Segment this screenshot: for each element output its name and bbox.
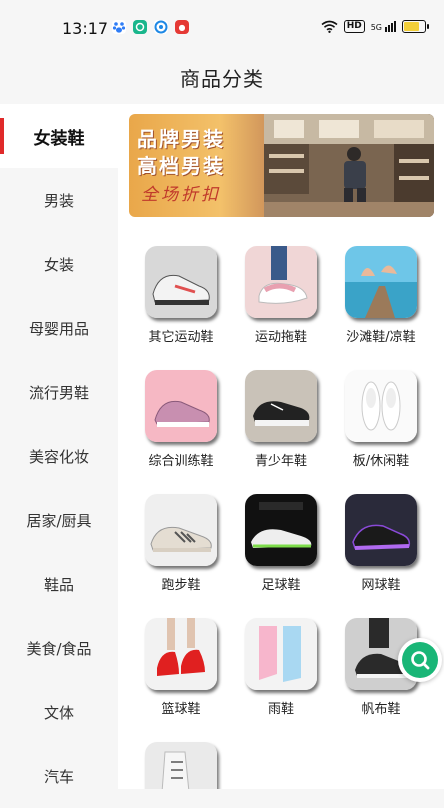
sidebar-item-label: 男装	[43, 191, 74, 210]
sidebar-item[interactable]: 男装	[0, 168, 118, 232]
category-label: 跑步鞋	[161, 578, 201, 593]
search-icon	[411, 651, 430, 670]
green-app-icon	[133, 20, 147, 34]
search-fab-inner	[402, 642, 438, 678]
hd-badge: HD	[343, 20, 365, 33]
category-label: 雨鞋	[267, 702, 294, 717]
beach-feet-image	[345, 246, 417, 318]
baidu-paw-icon	[112, 20, 126, 34]
sidebar-item[interactable]: 女装鞋	[0, 104, 118, 168]
category-item[interactable]: 综合训练鞋	[131, 370, 231, 469]
category-item[interactable]: 沙滩鞋/凉鞋	[331, 246, 431, 345]
sidebar-item[interactable]: 美容化妆	[0, 424, 118, 488]
grey-runner-image	[145, 494, 217, 566]
black-canvas-shoe-image	[245, 370, 317, 442]
sidebar-item-label: 文体	[43, 703, 74, 722]
sidebar-item[interactable]: 母婴用品	[0, 296, 118, 360]
status-right: HD 5G	[321, 20, 429, 33]
white-slipon-image	[345, 370, 417, 442]
category-grid-area: 其它运动鞋 运动拖鞋 沙滩鞋/凉鞋综合训练鞋 青少年鞋 板/休闲鞋跑步鞋 足球鞋 网球鞋篮球…	[128, 229, 434, 789]
sidebar-item-label: 母婴用品	[28, 319, 89, 338]
category-label: 板/休闲鞋	[352, 454, 410, 469]
category-label: 沙滩鞋/凉鞋	[346, 330, 416, 345]
category-item[interactable]: 青少年鞋	[231, 370, 331, 469]
category-item[interactable]: 板/休闲鞋	[331, 370, 431, 469]
red-shop-icon: ●	[175, 20, 189, 34]
sidebar-item-label: 美容化妆	[28, 447, 89, 466]
wifi-icon	[321, 20, 338, 33]
blue-browser-icon	[154, 20, 168, 34]
rain-boot-image	[245, 618, 317, 690]
category-item[interactable]: 篮球鞋	[131, 618, 231, 717]
sidebar-item-label: 美食/食品	[26, 639, 92, 658]
category-item[interactable]	[131, 742, 231, 789]
category-label: 足球鞋	[261, 578, 301, 593]
category-item[interactable]: 跑步鞋	[131, 494, 231, 593]
banner-line-1: 品牌男装	[137, 127, 225, 151]
sidebar-item[interactable]: 居家/厨具	[0, 488, 118, 552]
sidebar-item-label: 女装	[43, 255, 74, 274]
category-label: 青少年鞋	[254, 454, 307, 469]
sidebar-item[interactable]: 女装	[0, 232, 118, 296]
white-sneaker-image	[145, 246, 217, 318]
sidebar-item-label: 鞋品	[43, 575, 74, 594]
category-item[interactable]: 网球鞋	[331, 494, 431, 593]
cell-signal-icon: 5G	[371, 21, 396, 32]
battery-icon	[402, 20, 429, 33]
banner-line-2: 高档男装	[137, 154, 225, 178]
category-item[interactable]: 其它运动鞋	[131, 246, 231, 345]
purple-sneaker-image	[345, 494, 417, 566]
sidebar-item[interactable]: 文体	[0, 680, 118, 744]
red-sneaker-image	[145, 618, 217, 690]
sidebar-item-label: 汽车	[43, 767, 74, 786]
pink-trainer-image	[145, 370, 217, 442]
sidebar-item-label: 居家/厨具	[26, 511, 92, 530]
slipper-image	[245, 246, 317, 318]
store-interior-image	[264, 114, 434, 217]
category-item[interactable]: 雨鞋	[231, 618, 331, 717]
sidebar-item[interactable]: 美食/食品	[0, 616, 118, 680]
status-app-icons: ●	[112, 20, 189, 34]
category-label: 综合训练鞋	[148, 454, 214, 469]
category-label: 网球鞋	[361, 578, 401, 593]
sidebar-item[interactable]: 鞋品	[0, 552, 118, 616]
banner-line-3: 全场折扣	[141, 185, 221, 205]
category-content: 品牌男装 高档男装 全场折扣 其它运动鞋 运动拖鞋 沙滩鞋/凉鞋综合训练鞋 青少年鞋 板…	[118, 104, 444, 789]
battery-fill	[404, 22, 419, 31]
category-sidebar: 女装鞋男装女装母婴用品流行男鞋美容化妆居家/厨具鞋品美食/食品文体汽车	[0, 104, 118, 789]
category-label: 其它运动鞋	[148, 330, 214, 345]
sidebar-item[interactable]: 汽车	[0, 744, 118, 808]
category-label: 帆布鞋	[361, 702, 401, 717]
category-label: 篮球鞋	[161, 702, 201, 717]
status-time: 13:17	[62, 19, 109, 38]
status-bar: 13:17 ● HD 5G	[0, 0, 444, 54]
search-fab[interactable]	[398, 638, 442, 682]
category-item[interactable]: 运动拖鞋	[231, 246, 331, 345]
sidebar-item-label: 女装鞋	[33, 128, 85, 149]
network-type-label: 5G	[370, 23, 382, 32]
category-label: 运动拖鞋	[254, 330, 307, 345]
page-header: 商品分类	[0, 54, 444, 100]
football-boot-image	[245, 494, 317, 566]
category-item[interactable]: 足球鞋	[231, 494, 331, 593]
page-title: 商品分类	[180, 66, 264, 91]
promo-banner[interactable]: 品牌男装 高档男装 全场折扣	[129, 114, 434, 217]
sidebar-item-label: 流行男鞋	[28, 383, 89, 402]
white-boot-image	[145, 742, 217, 789]
sidebar-item[interactable]: 流行男鞋	[0, 360, 118, 424]
